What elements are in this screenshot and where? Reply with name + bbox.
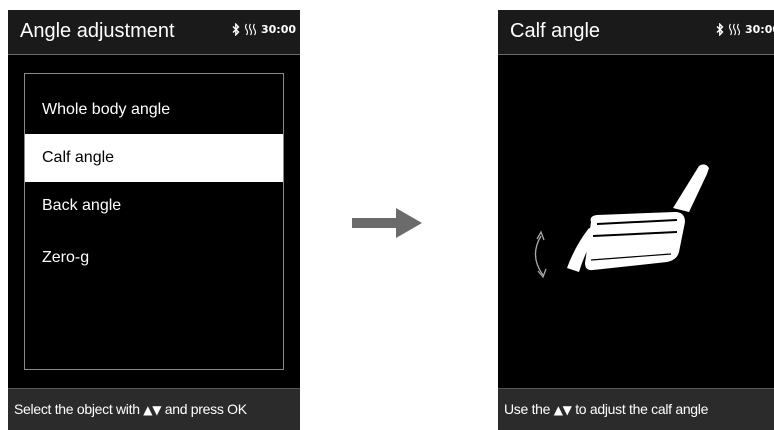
screen-footer: Use the ▲▼ to adjust the calf angle [498, 388, 774, 430]
massage-chair-icon [567, 164, 709, 272]
bluetooth-icon [716, 23, 724, 36]
angle-adjustment-screen: Angle adjustment 30:00 Whole body angle … [8, 10, 300, 430]
bluetooth-icon [232, 23, 240, 36]
menu-item-zero-g[interactable]: Zero-g [25, 234, 283, 282]
menu-item-label: Calf angle [42, 149, 115, 166]
up-down-arrows-icon: ▲▼ [143, 403, 162, 417]
menu-item-back-angle[interactable]: Back angle [25, 182, 283, 230]
menu-item-whole-body-angle[interactable]: Whole body angle [25, 86, 283, 134]
massage-chair-illustration [534, 164, 709, 279]
menu-item-label: Back angle [42, 197, 122, 214]
timer-value: 30:00 [744, 23, 774, 36]
instruction-text: Use the ▲▼ to adjust the calf angle [504, 401, 709, 417]
screen-footer: Select the object with ▲▼ and press OK [8, 388, 300, 430]
status-bar: 30:00 [232, 23, 296, 36]
angle-menu: Whole body angle Calf angle Back angle Z… [24, 73, 284, 370]
menu-item-calf-angle[interactable]: Calf angle [25, 134, 283, 182]
screen-header: Angle adjustment 30:00 [8, 10, 300, 55]
arrow-right-icon [352, 208, 422, 238]
menu-item-label: Zero-g [42, 249, 90, 266]
heat-icon [244, 23, 257, 36]
instruction-text: Select the object with ▲▼ and press OK [14, 401, 247, 417]
screen-title: Calf angle [510, 20, 601, 42]
heat-icon [728, 23, 741, 36]
screen-header: Calf angle 30:00 [498, 10, 774, 55]
status-bar: 30:00 [716, 23, 774, 36]
up-down-arrows-icon: ▲▼ [553, 403, 572, 417]
menu-item-label: Whole body angle [42, 101, 171, 118]
rotate-arrow-icon [534, 230, 547, 279]
timer-value: 30:00 [260, 23, 296, 36]
screen-title: Angle adjustment [20, 20, 175, 42]
calf-angle-screen: Calf angle 30:00 [498, 10, 774, 430]
